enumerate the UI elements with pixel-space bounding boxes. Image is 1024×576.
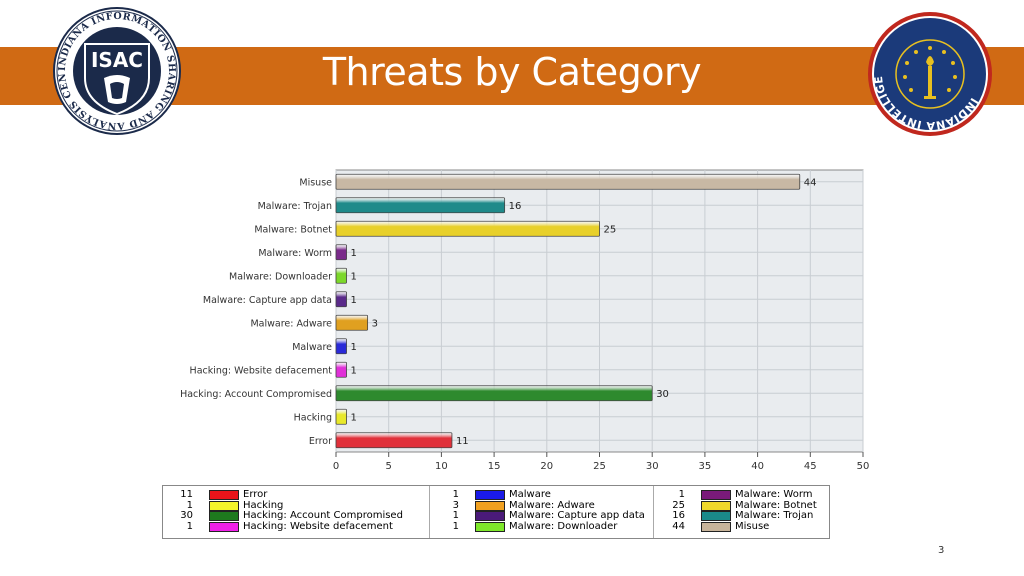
- y-tick-label: Hacking: Account Compromised: [180, 389, 332, 400]
- legend-label: Malware: Capture app data: [509, 510, 645, 521]
- legend-label: Malware: Downloader: [509, 520, 618, 532]
- bar: [335, 361, 347, 378]
- bar: [335, 267, 347, 284]
- bar: [335, 408, 347, 425]
- legend-label: Malware: [509, 489, 551, 500]
- isac-seal-logo: INDIANA INFORMATION SHARING AND ANALYSIS…: [52, 6, 181, 135]
- x-tick-label: 5: [386, 461, 392, 470]
- x-tick-label: 30: [646, 461, 659, 470]
- legend-count: 11: [180, 489, 193, 500]
- legend-label: Misuse: [735, 520, 770, 532]
- y-tick-label: Malware: Capture app data: [203, 295, 332, 306]
- legend-count: 3: [452, 499, 459, 511]
- data-label: 44: [804, 177, 817, 188]
- threats-bar-chart: 0 5 10 15 20 25 30 35 40 45 50 Misuse 44 Malware: Tro…: [180, 169, 870, 470]
- legend-count: 1: [452, 489, 459, 500]
- bar: [335, 244, 347, 261]
- bar: [335, 314, 369, 331]
- legend-swatch: [475, 500, 505, 511]
- x-tick-label: 0: [333, 461, 339, 470]
- legend-label: Error: [243, 489, 268, 500]
- legend-swatch: [475, 511, 505, 521]
- legend-label: Malware: Trojan: [735, 510, 814, 521]
- y-tick-label: Malware: Trojan: [258, 201, 332, 212]
- y-tick-label: Hacking: [294, 412, 332, 423]
- legend-count: 16: [672, 510, 685, 521]
- legend-label: Hacking: Website defacement: [243, 520, 393, 532]
- y-tick-label: Malware: Worm: [258, 248, 332, 259]
- bar: [335, 432, 453, 449]
- legend-swatch: [209, 511, 239, 521]
- legend-count: 1: [186, 499, 193, 511]
- bar: [335, 220, 600, 237]
- bar: [335, 338, 347, 355]
- x-tick-label: 45: [804, 461, 817, 470]
- data-label: 1: [351, 271, 357, 282]
- x-tick-label: 20: [540, 461, 553, 470]
- legend-count: 1: [678, 489, 685, 500]
- legend-divider: [429, 486, 430, 538]
- legend-swatch: [209, 490, 239, 500]
- legend-swatch: [701, 521, 731, 532]
- y-tick-label: Error: [309, 436, 332, 447]
- bar: [335, 385, 653, 402]
- y-tick-label: Malware: Downloader: [229, 271, 332, 282]
- data-label: 25: [604, 224, 617, 235]
- y-tick-label: Hacking: Website defacement: [190, 365, 333, 376]
- legend-swatch: [209, 500, 239, 511]
- legend-swatch: [701, 511, 731, 521]
- legend-label: Hacking: [243, 499, 284, 511]
- legend-count: 1: [186, 520, 193, 532]
- legend-label: Hacking: Account Compromised: [243, 510, 403, 521]
- data-label: 1: [351, 248, 357, 259]
- legend-swatch: [701, 490, 731, 500]
- data-label: 16: [509, 201, 522, 212]
- legend-swatch: [209, 521, 239, 532]
- legend-swatch: [475, 490, 505, 500]
- x-tick-label: 25: [593, 461, 606, 470]
- legend-count: 1: [452, 510, 459, 521]
- x-tick-label: 15: [488, 461, 501, 470]
- bar: [335, 197, 506, 214]
- legend-label: Malware: Worm: [735, 489, 813, 500]
- x-tick-label: 50: [857, 461, 870, 470]
- y-tick-label: Malware: Botnet: [254, 224, 332, 235]
- bar: [335, 291, 347, 308]
- legend-divider: [653, 486, 654, 538]
- legend-count: 1: [452, 520, 459, 532]
- bar: [335, 173, 801, 190]
- legend-count: 30: [180, 510, 193, 521]
- legend-swatch: [701, 500, 731, 511]
- legend-label: Malware: Adware: [509, 499, 595, 511]
- legend-label: Malware: Botnet: [735, 499, 817, 511]
- y-tick-label: Malware: Adware: [250, 318, 332, 329]
- data-label: 30: [656, 389, 669, 400]
- data-label: 3: [372, 318, 378, 329]
- fusion-center-seal-logo: INDIANA INTELLIGENCE FUSION CENTER: [866, 10, 992, 136]
- chart-legend: 11 Error 1 Hacking 30 Hacking: Account Compro…: [162, 485, 830, 539]
- data-label: 1: [351, 412, 357, 423]
- isac-badge-text: ISAC: [91, 48, 143, 72]
- data-label: 1: [351, 342, 357, 353]
- data-label: 1: [351, 295, 357, 306]
- legend-count: 25: [672, 499, 685, 511]
- page-number: 3: [938, 545, 945, 556]
- legend-count: 44: [672, 520, 685, 532]
- x-tick-label: 35: [699, 461, 712, 470]
- x-tick-label: 10: [435, 461, 448, 470]
- data-label: 1: [351, 365, 357, 376]
- data-label: 11: [456, 436, 469, 447]
- x-tick-label: 40: [751, 461, 764, 470]
- legend-swatch: [475, 521, 505, 532]
- y-tick-label: Malware: [292, 342, 332, 353]
- y-tick-label: Misuse: [299, 177, 332, 188]
